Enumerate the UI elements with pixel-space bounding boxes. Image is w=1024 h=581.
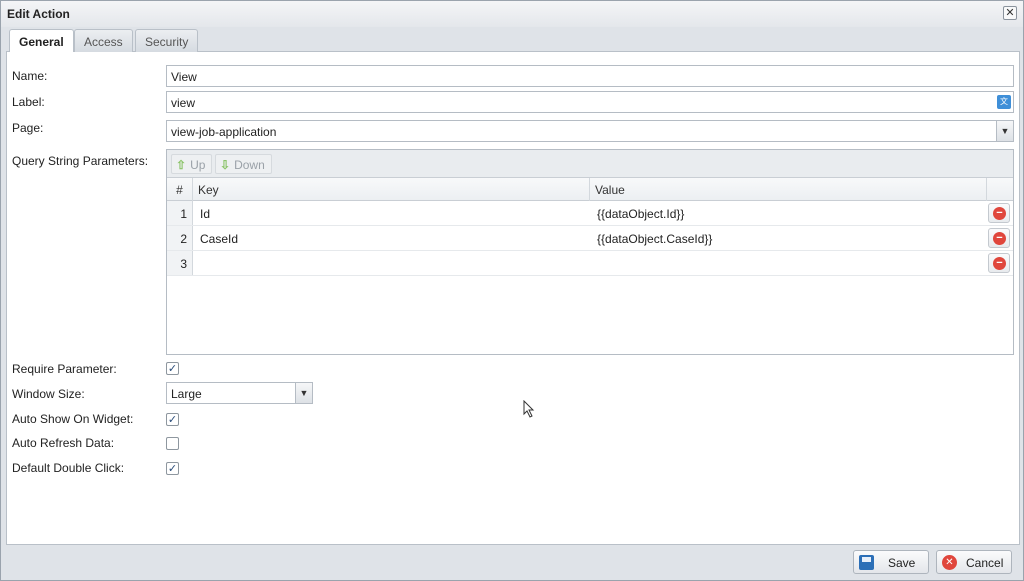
up-button[interactable]: ⇧ Up	[171, 154, 213, 174]
tab-general[interactable]: General	[9, 29, 74, 53]
save-button[interactable]: Save	[853, 550, 929, 574]
delete-row-button[interactable]: −	[988, 253, 1010, 273]
table-row[interactable]: 3 −	[167, 251, 1013, 276]
tab-security[interactable]: Security	[135, 29, 199, 52]
arrow-up-icon: ⇧	[176, 158, 187, 172]
chevron-down-icon[interactable]: ▼	[996, 120, 1014, 142]
delete-row-button[interactable]: −	[988, 228, 1010, 248]
auto-refresh-label: Auto Refresh Data:	[12, 436, 115, 450]
page-select-value: view-job-application	[171, 125, 277, 139]
row-number: 2	[167, 226, 193, 250]
row-key[interactable]: Id	[195, 201, 215, 225]
default-double-click-label: Default Double Click:	[12, 461, 125, 475]
tab-access[interactable]: Access	[74, 29, 133, 52]
remove-icon: −	[993, 232, 1006, 245]
column-header-value[interactable]: Value	[590, 178, 987, 201]
arrow-down-icon: ⇩	[220, 158, 231, 172]
column-header-key[interactable]: Key	[193, 178, 590, 201]
page-select[interactable]: view-job-application ▼	[166, 120, 1014, 142]
row-value[interactable]: {{dataObject.CaseId}}	[592, 226, 717, 250]
grid-header: # Key Value	[167, 178, 1013, 201]
delete-row-button[interactable]: −	[988, 203, 1010, 223]
up-label: Up	[190, 158, 206, 172]
column-header-num: #	[167, 178, 193, 201]
default-double-click-checkbox[interactable]: ✓	[166, 462, 179, 475]
remove-icon: −	[993, 207, 1006, 220]
chevron-down-icon[interactable]: ▼	[295, 382, 313, 404]
close-icon[interactable]: ✕	[1003, 6, 1017, 20]
label-input[interactable]: view 文	[166, 91, 1014, 113]
tab-bar: General Access Security	[6, 28, 1020, 53]
down-button[interactable]: ⇩ Down	[215, 154, 272, 174]
table-row[interactable]: 1 Id {{dataObject.Id}} −	[167, 201, 1013, 226]
auto-show-label: Auto Show On Widget:	[12, 412, 134, 426]
cancel-icon: ✕	[942, 555, 957, 570]
name-input[interactable]: View	[166, 65, 1014, 87]
auto-show-checkbox[interactable]: ✓	[166, 413, 179, 426]
title-bar[interactable]: Edit Action ✕	[1, 1, 1023, 27]
mouse-cursor-icon	[523, 400, 535, 418]
require-parameter-label: Require Parameter:	[12, 362, 117, 376]
general-panel: Name: View Label: view 文 Page: view-job-…	[6, 52, 1020, 545]
translate-icon[interactable]: 文	[997, 95, 1011, 109]
table-row[interactable]: 2 CaseId {{dataObject.CaseId}} −	[167, 226, 1013, 251]
name-label: Name:	[12, 69, 48, 83]
row-key[interactable]	[195, 251, 205, 275]
cancel-label: Cancel	[966, 556, 1004, 570]
auto-refresh-checkbox[interactable]	[166, 437, 179, 450]
edit-action-dialog: Edit Action ✕ General Access Security Na…	[0, 0, 1024, 581]
remove-icon: −	[993, 257, 1006, 270]
window-size-label: Window Size:	[12, 387, 85, 401]
row-key[interactable]: CaseId	[195, 226, 243, 250]
cancel-button[interactable]: ✕ Cancel	[936, 550, 1012, 574]
row-value[interactable]: {{dataObject.Id}}	[592, 201, 689, 225]
query-params-label: Query String Parameters:	[12, 154, 149, 168]
window-size-select[interactable]: Large ▼	[166, 382, 313, 404]
page-label: Page:	[12, 121, 44, 135]
row-number: 1	[167, 201, 193, 225]
row-value[interactable]	[592, 251, 602, 275]
dialog-title: Edit Action	[7, 7, 70, 21]
down-label: Down	[234, 158, 265, 172]
query-params-grid: ⇧ Up ⇩ Down # Key Value 1 Id {{dataObject.…	[166, 149, 1014, 355]
row-number: 3	[167, 251, 193, 275]
label-input-value: view	[171, 96, 196, 110]
require-parameter-checkbox[interactable]: ✓	[166, 362, 179, 375]
dialog-footer: Save ✕ Cancel	[1, 547, 1023, 580]
floppy-icon	[859, 555, 874, 570]
window-size-value: Large	[171, 387, 202, 401]
grid-toolbar: ⇧ Up ⇩ Down	[167, 150, 1013, 178]
save-label: Save	[888, 556, 916, 570]
label-label: Label:	[12, 95, 45, 109]
